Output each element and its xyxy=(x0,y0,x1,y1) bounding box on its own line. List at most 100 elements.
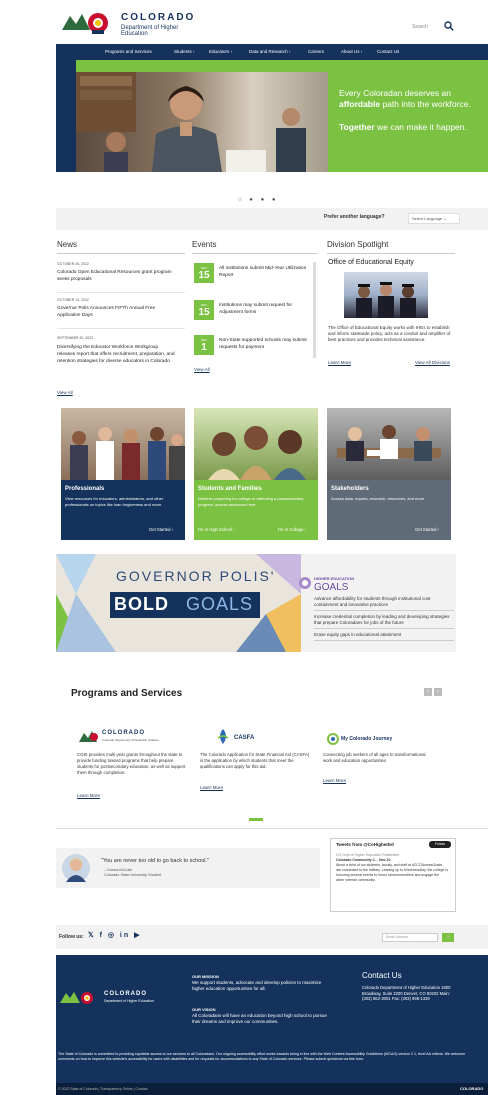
event-title[interactable]: Non-State supported schools may submit r… xyxy=(219,337,309,351)
news-title[interactable]: Colorado Open Educational Resources gran… xyxy=(57,269,177,283)
email-field[interactable]: Email Address xyxy=(382,933,438,942)
event-date-badge: NOV 15 xyxy=(194,300,214,320)
spotlight-learn-more[interactable]: Learn More xyxy=(328,360,351,365)
news-date: SEPTEMBER 30, 2022 xyxy=(57,336,94,340)
vision-label: OUR VISION xyxy=(192,1007,216,1012)
card-photo xyxy=(61,408,185,480)
get-started-link[interactable]: Get Started › xyxy=(415,527,439,532)
spotlight-heading: Division Spotlight xyxy=(327,240,455,254)
casfa-logo-icon xyxy=(217,729,229,744)
card-desc: View resources for educators, administra… xyxy=(65,496,164,507)
programs-prev-button[interactable]: ‹ xyxy=(424,688,432,696)
events-view-all-link[interactable]: View All xyxy=(194,367,210,372)
card-desc: Access data, reports, research, resource… xyxy=(331,496,426,501)
event-title[interactable]: Institutions may submit request for Adju… xyxy=(219,302,309,316)
goal-item: Erase equity gaps in educational attainm… xyxy=(314,632,454,641)
divider xyxy=(57,292,185,293)
nav-careers[interactable]: Careers xyxy=(308,49,324,54)
mission-text: We support students, advocate and develo… xyxy=(192,980,322,991)
page: COLORADO Department of Higher Education … xyxy=(0,0,490,1095)
spotlight-view-all[interactable]: View All Divisions xyxy=(415,360,450,365)
nav-programs[interactable]: Programs and Services xyxy=(105,49,152,54)
tweets-title: Tweets from @CoHigherEd xyxy=(336,842,394,847)
nav-data-research[interactable]: Data and Research › xyxy=(249,49,291,54)
goals-badge-icon xyxy=(299,577,311,589)
divider xyxy=(57,328,185,329)
card-body: Students and Families Whether preparing … xyxy=(194,480,318,540)
event-date-badge: DEC 1 xyxy=(194,335,214,355)
programs-pager[interactable] xyxy=(249,818,263,821)
nav-about[interactable]: About Us › xyxy=(341,49,362,54)
card-title: Stakeholders xyxy=(331,486,369,492)
card-title: Students and Families xyxy=(198,486,262,492)
card-title: Professionals xyxy=(65,486,105,492)
colorado-logo-icon[interactable] xyxy=(60,10,120,36)
brand-subtitle: Department of Higher Education xyxy=(121,25,179,37)
college-link[interactable]: I'm In College › xyxy=(278,527,306,532)
get-started-link[interactable]: Get Started › xyxy=(149,527,173,532)
nav-educators[interactable]: Educators › xyxy=(209,49,232,54)
vision-text: All Coloradans will have an education be… xyxy=(192,1013,327,1024)
hero-accent-bar xyxy=(56,60,76,172)
program-name: CASFA xyxy=(234,735,255,741)
search-label[interactable]: Search xyxy=(412,24,428,30)
social-icons[interactable]: 𝕏 f ◎ in ▶ xyxy=(88,931,141,939)
carousel-dots[interactable]: ○ ● ● ● xyxy=(238,197,279,203)
goal-item: Advance affordability for students throu… xyxy=(314,596,454,611)
email-submit-button[interactable]: › xyxy=(442,933,454,942)
news-view-all-link[interactable]: View All xyxy=(57,390,73,395)
programs-next-button[interactable]: › xyxy=(434,688,442,696)
hero-subline: Together we can make it happen. xyxy=(339,122,467,132)
goals-title: GOVERNOR POLIS' xyxy=(116,568,276,584)
language-select[interactable]: Select Language ⌄ xyxy=(408,213,460,224)
site-footer: COLORADO Department of Higher Education … xyxy=(56,955,488,1083)
program-learn-more[interactable]: Learn More xyxy=(323,778,346,783)
news-title[interactable]: Governor Polis Announces FIFTh Annual Fr… xyxy=(57,305,177,319)
hero-banner[interactable]: Every Coloradan deserves an affordable p… xyxy=(56,60,488,172)
card-professionals[interactable]: Professionals View resources for educato… xyxy=(61,408,185,540)
card-body: Stakeholders Access data, reports, resea… xyxy=(327,480,451,540)
goal-item: Increase credential completion by leadin… xyxy=(314,614,454,629)
bottom-bar: © 2022 State of Colorado | Transparency … xyxy=(56,1083,488,1095)
card-body: Professionals View resources for educato… xyxy=(61,480,185,540)
family-illustration-icon xyxy=(208,426,306,480)
contact-title: Contact Us xyxy=(362,971,402,980)
program-learn-more[interactable]: Learn More xyxy=(77,793,100,798)
goals-subtitle-big: GOALS xyxy=(314,582,349,593)
nav-contact[interactable]: Contact Us xyxy=(377,49,399,54)
twitter-widget[interactable]: Tweets from @CoHigherEd Follow CO Dept o… xyxy=(330,838,456,912)
mission-label: OUR MISSION xyxy=(192,974,219,979)
high-school-link[interactable]: I'm In High School › xyxy=(198,527,234,532)
news-title[interactable]: Diversifying the Educator Workforce Work… xyxy=(57,344,177,376)
brand-title: COLORADO xyxy=(121,12,196,23)
contact-body: Colorado Department of Higher Education … xyxy=(362,985,451,1001)
program-subname: Colorado Opportunity Scholarship Initiat… xyxy=(102,738,159,742)
graduates-illustration-icon xyxy=(356,282,416,318)
hero-headline: Every Coloradan deserves an affordable p… xyxy=(339,88,471,109)
stakeholders-illustration-icon xyxy=(337,425,441,461)
avatar xyxy=(62,854,90,882)
copyright-links[interactable]: © 2022 State of Colorado | Transparency … xyxy=(58,1087,148,1091)
professionals-illustration-icon xyxy=(70,427,185,480)
program-desc: COSI provides multi-year grants througho… xyxy=(77,752,186,775)
card-students-families[interactable]: Students and Families Whether preparing … xyxy=(194,408,318,540)
cosi-logo-icon xyxy=(79,731,98,742)
news-date: OCTOBER 26, 2022 xyxy=(57,262,89,266)
twitter-follow-button[interactable]: Follow xyxy=(429,841,451,848)
goals-subtitle: HIGHER EDUCATION xyxy=(314,576,355,581)
bold-goals-banner[interactable]: GOVERNOR POLIS' BOLD GOALS HIGHER EDUCAT… xyxy=(56,554,456,652)
program-name: My Colorado Journey xyxy=(341,736,393,742)
hero-photo xyxy=(76,72,328,172)
follow-label: Follow us: xyxy=(59,934,84,940)
main-nav: Programs and Services Students › Educato… xyxy=(56,44,488,60)
card-stakeholders[interactable]: Stakeholders Access data, reports, resea… xyxy=(327,408,451,540)
events-scrollbar[interactable] xyxy=(313,262,316,358)
testimonial-quote: "You are never too old to go back to sch… xyxy=(101,858,209,864)
search-icon[interactable] xyxy=(444,21,454,31)
program-learn-more[interactable]: Learn More xyxy=(200,785,223,790)
footer-logo-icon[interactable] xyxy=(60,990,100,1006)
card-photo xyxy=(194,408,318,480)
event-title[interactable]: All institutions submit Mid-Year Utiliza… xyxy=(219,265,309,279)
language-bar: Prefer another language? Select Language… xyxy=(56,208,488,230)
nav-students[interactable]: Students › xyxy=(174,49,195,54)
